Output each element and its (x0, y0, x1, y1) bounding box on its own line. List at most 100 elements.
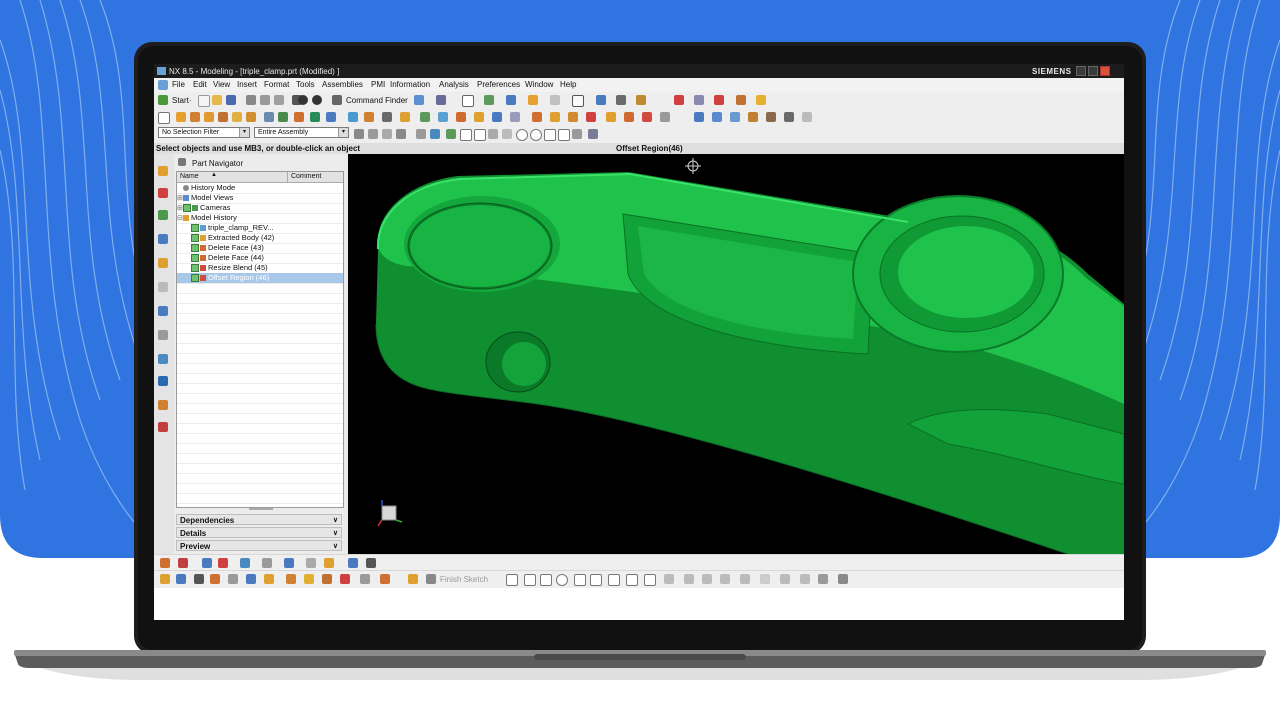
paste-icon[interactable] (274, 95, 284, 105)
feature-icon-13[interactable] (348, 112, 358, 122)
menu-analysis[interactable]: Analysis (439, 80, 469, 89)
manufacturing-wizards-icon[interactable] (158, 376, 168, 386)
menu-insert[interactable]: Insert (237, 80, 257, 89)
bottom-icon-9[interactable] (324, 558, 334, 568)
minimize-button[interactable] (1076, 66, 1086, 76)
sketch-icon-4[interactable] (210, 574, 220, 584)
bottom-icon-10[interactable] (348, 558, 358, 568)
feature-icon-9[interactable] (278, 112, 288, 122)
point-icon[interactable] (530, 129, 542, 141)
preview-section[interactable]: Preview ∨ (176, 540, 342, 551)
sketch-icon-1[interactable] (160, 574, 170, 584)
checkbox-checked[interactable] (191, 264, 199, 273)
sketch-icon-11[interactable] (340, 574, 350, 584)
graphics-viewport[interactable] (348, 154, 1124, 554)
bottom-icon-8[interactable] (306, 558, 316, 568)
snap-icon-8[interactable] (488, 129, 498, 139)
profile-icon[interactable] (506, 574, 518, 586)
system-scenes-icon[interactable] (158, 422, 168, 432)
feature-icon-34[interactable] (748, 112, 758, 122)
sketch-icon-17[interactable] (702, 574, 712, 584)
toolbar-icon-12[interactable] (674, 95, 684, 105)
bottom-icon-7[interactable] (284, 558, 294, 568)
snap-icon-10[interactable] (544, 129, 556, 141)
feature-icon-26[interactable] (586, 112, 596, 122)
sketch-icon-22[interactable] (800, 574, 810, 584)
sketch-icon-20[interactable] (760, 574, 770, 584)
feature-icon-37[interactable] (802, 112, 812, 122)
sketch-icon-21[interactable] (780, 574, 790, 584)
feature-icon-4[interactable] (204, 112, 214, 122)
sketch-icon-8[interactable] (286, 574, 296, 584)
history-icon[interactable] (158, 306, 168, 316)
snap-icon-1[interactable] (354, 129, 364, 139)
toolbar-icon-16[interactable] (756, 95, 766, 105)
feature-icon-2[interactable] (176, 112, 186, 122)
feature-icon-28[interactable] (624, 112, 634, 122)
sketch-icon-7[interactable] (264, 574, 274, 584)
sketch-icon-23[interactable] (818, 574, 828, 584)
roles-icon[interactable] (158, 400, 168, 410)
sketch-icon-2[interactable] (176, 574, 186, 584)
menu-view[interactable]: View (213, 80, 230, 89)
point-icon[interactable] (644, 574, 656, 586)
assembly-scope-select[interactable]: Entire Assembly ▾ (254, 127, 349, 138)
feature-icon-20[interactable] (474, 112, 484, 122)
menu-file[interactable]: File (172, 80, 185, 89)
snap-icon-5[interactable] (416, 129, 426, 139)
menu-format[interactable]: Format (264, 80, 289, 89)
maximize-button[interactable] (1088, 66, 1098, 76)
sketch-icon-15[interactable] (664, 574, 674, 584)
sketch-icon-14[interactable] (408, 574, 418, 584)
feature-icon-6[interactable] (232, 112, 242, 122)
undo-icon[interactable] (298, 95, 308, 105)
redo-icon[interactable] (312, 95, 322, 105)
sketch-icon-12[interactable] (360, 574, 370, 584)
menu-pmi[interactable]: PMI (371, 80, 385, 89)
sketch-icon-16[interactable] (684, 574, 694, 584)
snap-icon-3[interactable] (382, 129, 392, 139)
bottom-icon-3[interactable] (202, 558, 212, 568)
menu-information[interactable]: Information (390, 80, 430, 89)
finish-sketch-icon[interactable] (426, 574, 436, 584)
selection-filter-select[interactable]: No Selection Filter ▾ (158, 127, 250, 138)
start-icon[interactable] (158, 95, 168, 105)
details-section[interactable]: Details ∨ (176, 527, 342, 538)
snap-icon-11[interactable] (558, 129, 570, 141)
reuse-library-icon[interactable] (158, 234, 168, 244)
feature-icon-27[interactable] (606, 112, 616, 122)
system-materials-icon[interactable] (158, 330, 168, 340)
feature-icon-24[interactable] (550, 112, 560, 122)
part-navigator-icon[interactable] (158, 210, 168, 220)
arc-icon[interactable] (540, 574, 552, 586)
feature-icon-30[interactable] (660, 112, 670, 122)
palettes-icon[interactable] (158, 282, 168, 292)
feature-icon-18[interactable] (438, 112, 448, 122)
toolbar-icon-7[interactable] (550, 95, 560, 105)
cut-icon[interactable] (246, 95, 256, 105)
snap-icon-7[interactable] (446, 129, 456, 139)
constraint-navigator-icon[interactable] (158, 188, 168, 198)
sketch-icon-18[interactable] (720, 574, 730, 584)
sketch-icon-10[interactable] (322, 574, 332, 584)
toolbar-icon-1[interactable] (414, 95, 424, 105)
save-icon[interactable] (226, 95, 236, 105)
checkbox-checked[interactable] (191, 244, 199, 253)
feature-icon-10[interactable] (294, 112, 304, 122)
toolbar-icon-5[interactable] (506, 95, 516, 105)
feature-icon-3[interactable] (190, 112, 200, 122)
menu-tools[interactable]: Tools (296, 80, 315, 89)
bottom-icon-5[interactable] (240, 558, 250, 568)
feature-icon-15[interactable] (382, 112, 392, 122)
menu-edit[interactable]: Edit (193, 80, 207, 89)
toolbar-icon-9[interactable] (596, 95, 606, 105)
toolbar-icon-4[interactable] (484, 95, 494, 105)
column-name[interactable]: Name (180, 173, 199, 180)
checkbox-checked[interactable] (191, 254, 199, 263)
feature-icon-14[interactable] (364, 112, 374, 122)
toolbar-icon-2[interactable] (436, 95, 446, 105)
menu-help[interactable]: Help (560, 80, 576, 89)
feature-icon-25[interactable] (568, 112, 578, 122)
chamfer-icon[interactable] (590, 574, 602, 586)
feature-icon-32[interactable] (712, 112, 722, 122)
